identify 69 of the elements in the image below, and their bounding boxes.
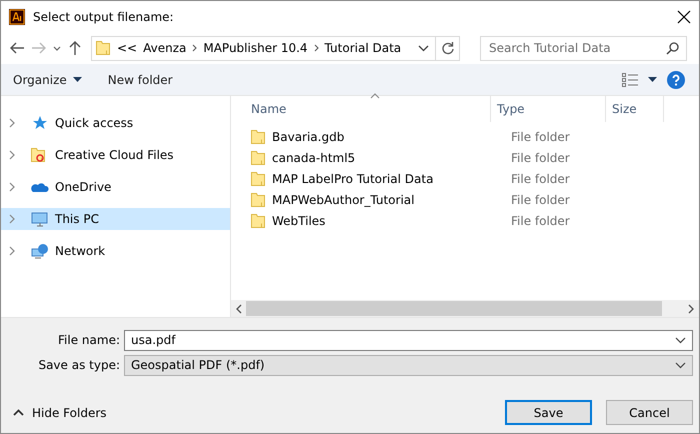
- folder-icon: [251, 129, 266, 145]
- chevron-right-icon: [192, 44, 198, 52]
- chevron-down-icon: [675, 362, 686, 368]
- sidebar-item[interactable]: Network: [1, 240, 230, 262]
- help-icon[interactable]: [667, 70, 685, 88]
- folder-icon: [96, 40, 111, 56]
- file-type: File folder: [511, 214, 570, 228]
- sidebar-item[interactable]: This PC: [1, 208, 230, 230]
- new-folder-button[interactable]: New folder: [108, 72, 173, 86]
- scrollbar-thumb[interactable]: [246, 301, 662, 316]
- organize-button[interactable]: Organize: [13, 72, 82, 86]
- refresh-icon[interactable]: [440, 41, 454, 55]
- file-name-field[interactable]: usa.pdf: [124, 330, 693, 350]
- file-type: File folder: [511, 151, 570, 165]
- chevron-right-icon[interactable]: [9, 214, 15, 224]
- up-arrow-icon[interactable]: [67, 40, 83, 56]
- caret-up-icon: [13, 408, 24, 416]
- search-icon[interactable]: [666, 42, 679, 54]
- chevron-right-icon[interactable]: [9, 118, 15, 128]
- save-button[interactable]: Save: [505, 400, 592, 425]
- network-icon: [31, 243, 49, 259]
- file-name[interactable]: WebTiles: [272, 214, 326, 228]
- file-type-dropdown[interactable]: Geospatial PDF (*.pdf): [124, 354, 693, 376]
- file-name[interactable]: canada-html5: [272, 151, 356, 165]
- hide-folders-button[interactable]: Hide Folders: [13, 406, 107, 420]
- scroll-left-icon[interactable]: [236, 304, 242, 314]
- caret-icon: [72, 77, 82, 82]
- file-type: File folder: [511, 130, 570, 144]
- cancel-button[interactable]: Cancel: [606, 400, 693, 425]
- overflow-chevrons[interactable]: <<: [117, 41, 138, 55]
- chevron-down-icon[interactable]: [53, 46, 61, 50]
- field-label: File name:: [57, 333, 121, 347]
- file-name[interactable]: MAP LabelPro Tutorial Data: [272, 172, 434, 186]
- back-arrow-icon[interactable]: [9, 40, 25, 56]
- sidebar-item[interactable]: Creative Cloud Files: [1, 144, 230, 166]
- monitor-icon: [31, 211, 49, 227]
- file-type: File folder: [511, 172, 570, 186]
- window-title: Select output filename:: [33, 10, 175, 24]
- chevron-right-icon[interactable]: [9, 150, 15, 160]
- folder-icon: [251, 213, 266, 229]
- breadcrumb[interactable]: Tutorial Data: [324, 41, 402, 55]
- sidebar-item[interactable]: Quick access: [1, 112, 230, 134]
- file-name[interactable]: MAPWebAuthor_Tutorial: [272, 193, 414, 207]
- horizontal-scrollbar[interactable]: [231, 300, 699, 317]
- app-icon: [9, 8, 25, 24]
- sidebar-item[interactable]: OneDrive: [1, 176, 230, 198]
- close-icon[interactable]: [677, 10, 691, 24]
- caret-icon[interactable]: [648, 77, 657, 82]
- column-header[interactable]: Name: [231, 96, 491, 122]
- dropdown-icon[interactable]: [418, 44, 429, 52]
- star-icon: [31, 115, 49, 131]
- search-field[interactable]: Search Tutorial Data: [480, 36, 687, 60]
- breadcrumb[interactable]: Avenza: [143, 41, 186, 55]
- file-type: File folder: [511, 193, 570, 207]
- column-header[interactable]: Type: [491, 96, 606, 122]
- chevron-right-icon: [314, 44, 319, 52]
- field-label: Save as type:: [37, 358, 121, 372]
- breadcrumb[interactable]: MAPublisher 10.4: [203, 41, 308, 55]
- column-header[interactable]: Size: [606, 96, 664, 122]
- chevron-right-icon[interactable]: [9, 246, 15, 256]
- scroll-right-icon[interactable]: [688, 304, 694, 314]
- chevron-down-icon: [675, 336, 686, 344]
- file-name[interactable]: Bavaria.gdb: [272, 130, 344, 144]
- chevron-right-icon[interactable]: [9, 182, 15, 192]
- folder-icon: [251, 192, 266, 208]
- view-list-icon[interactable]: [622, 72, 638, 86]
- folder-icon: [251, 171, 266, 187]
- address-bar[interactable]: << Avenza MAPublisher 10.4 Tutorial Data: [91, 36, 460, 60]
- folder-icon: [251, 150, 266, 166]
